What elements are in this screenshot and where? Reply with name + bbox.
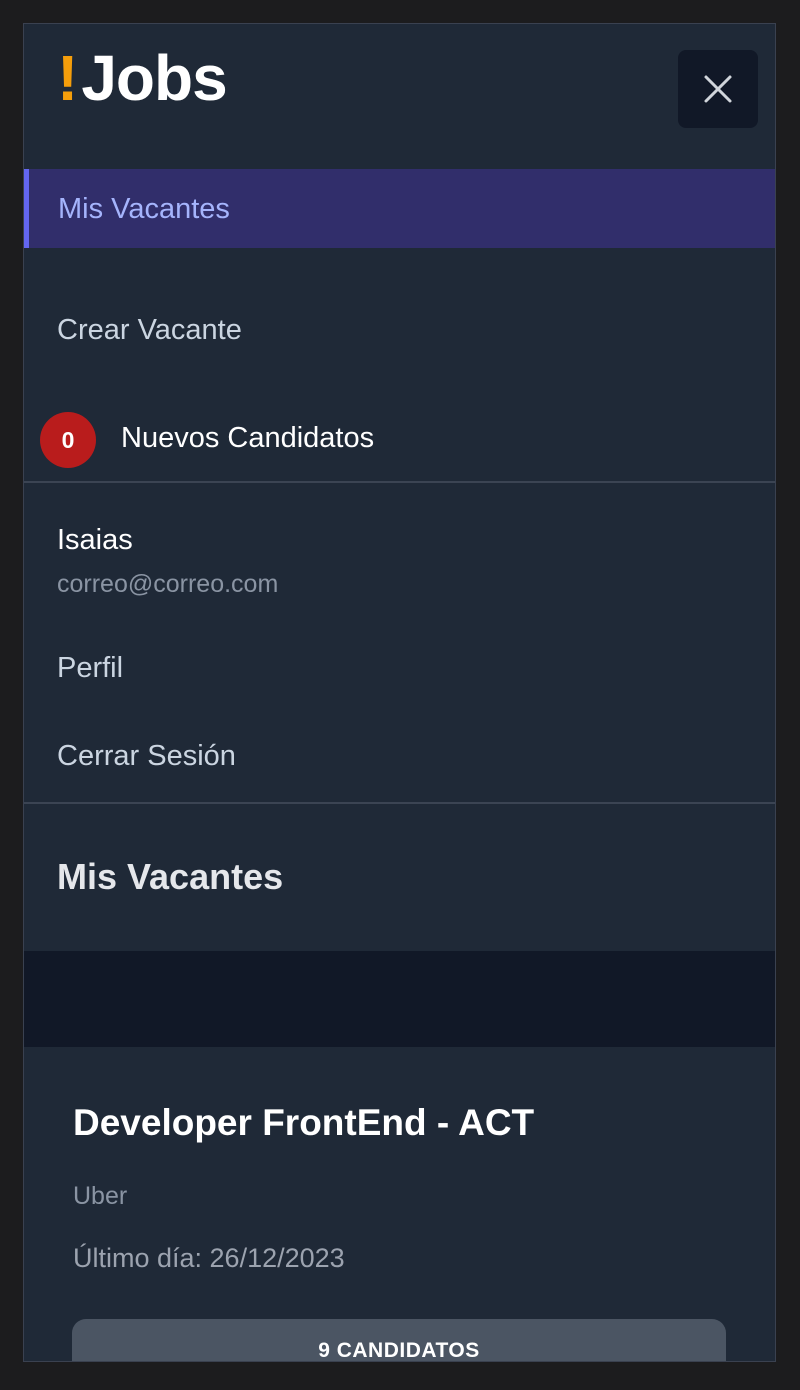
user-email: correo@correo.com: [57, 570, 279, 598]
view-candidates-button[interactable]: 9 CANDIDATOS: [72, 1319, 726, 1361]
nav-item-label: Mis Vacantes: [58, 193, 230, 225]
mobile-menu-panel: !Jobs Mis Vacantes Crear Vacante 0 Nuevo…: [23, 23, 776, 1362]
page-title: Mis Vacantes: [57, 856, 284, 897]
close-icon: [704, 75, 732, 103]
logo-mark: !: [57, 42, 78, 114]
vacancy-company: Uber: [73, 1182, 128, 1210]
content-spacer: [24, 951, 775, 1047]
profile-link[interactable]: Perfil: [57, 652, 123, 685]
nav-item-nuevos-candidatos[interactable]: Nuevos Candidatos: [121, 422, 374, 455]
nav-item-mis-vacantes[interactable]: Mis Vacantes: [24, 169, 775, 248]
vacancy-deadline: Último día: 26/12/2023: [73, 1243, 345, 1273]
vacancy-title: Developer FrontEnd - ACT: [73, 1102, 535, 1143]
new-candidates-count-badge: 0: [40, 412, 96, 468]
app-logo[interactable]: !Jobs: [57, 46, 228, 110]
menu-divider: [24, 802, 775, 804]
resize-handle-icon[interactable]: [769, 1354, 776, 1362]
menu-divider: [24, 481, 775, 483]
close-menu-button[interactable]: [678, 50, 758, 128]
logout-link[interactable]: Cerrar Sesión: [57, 740, 236, 773]
logo-word: Jobs: [81, 42, 227, 114]
user-name: Isaias: [57, 524, 133, 556]
nav-item-crear-vacante[interactable]: Crear Vacante: [57, 314, 242, 347]
menu-header: !Jobs: [24, 24, 775, 169]
